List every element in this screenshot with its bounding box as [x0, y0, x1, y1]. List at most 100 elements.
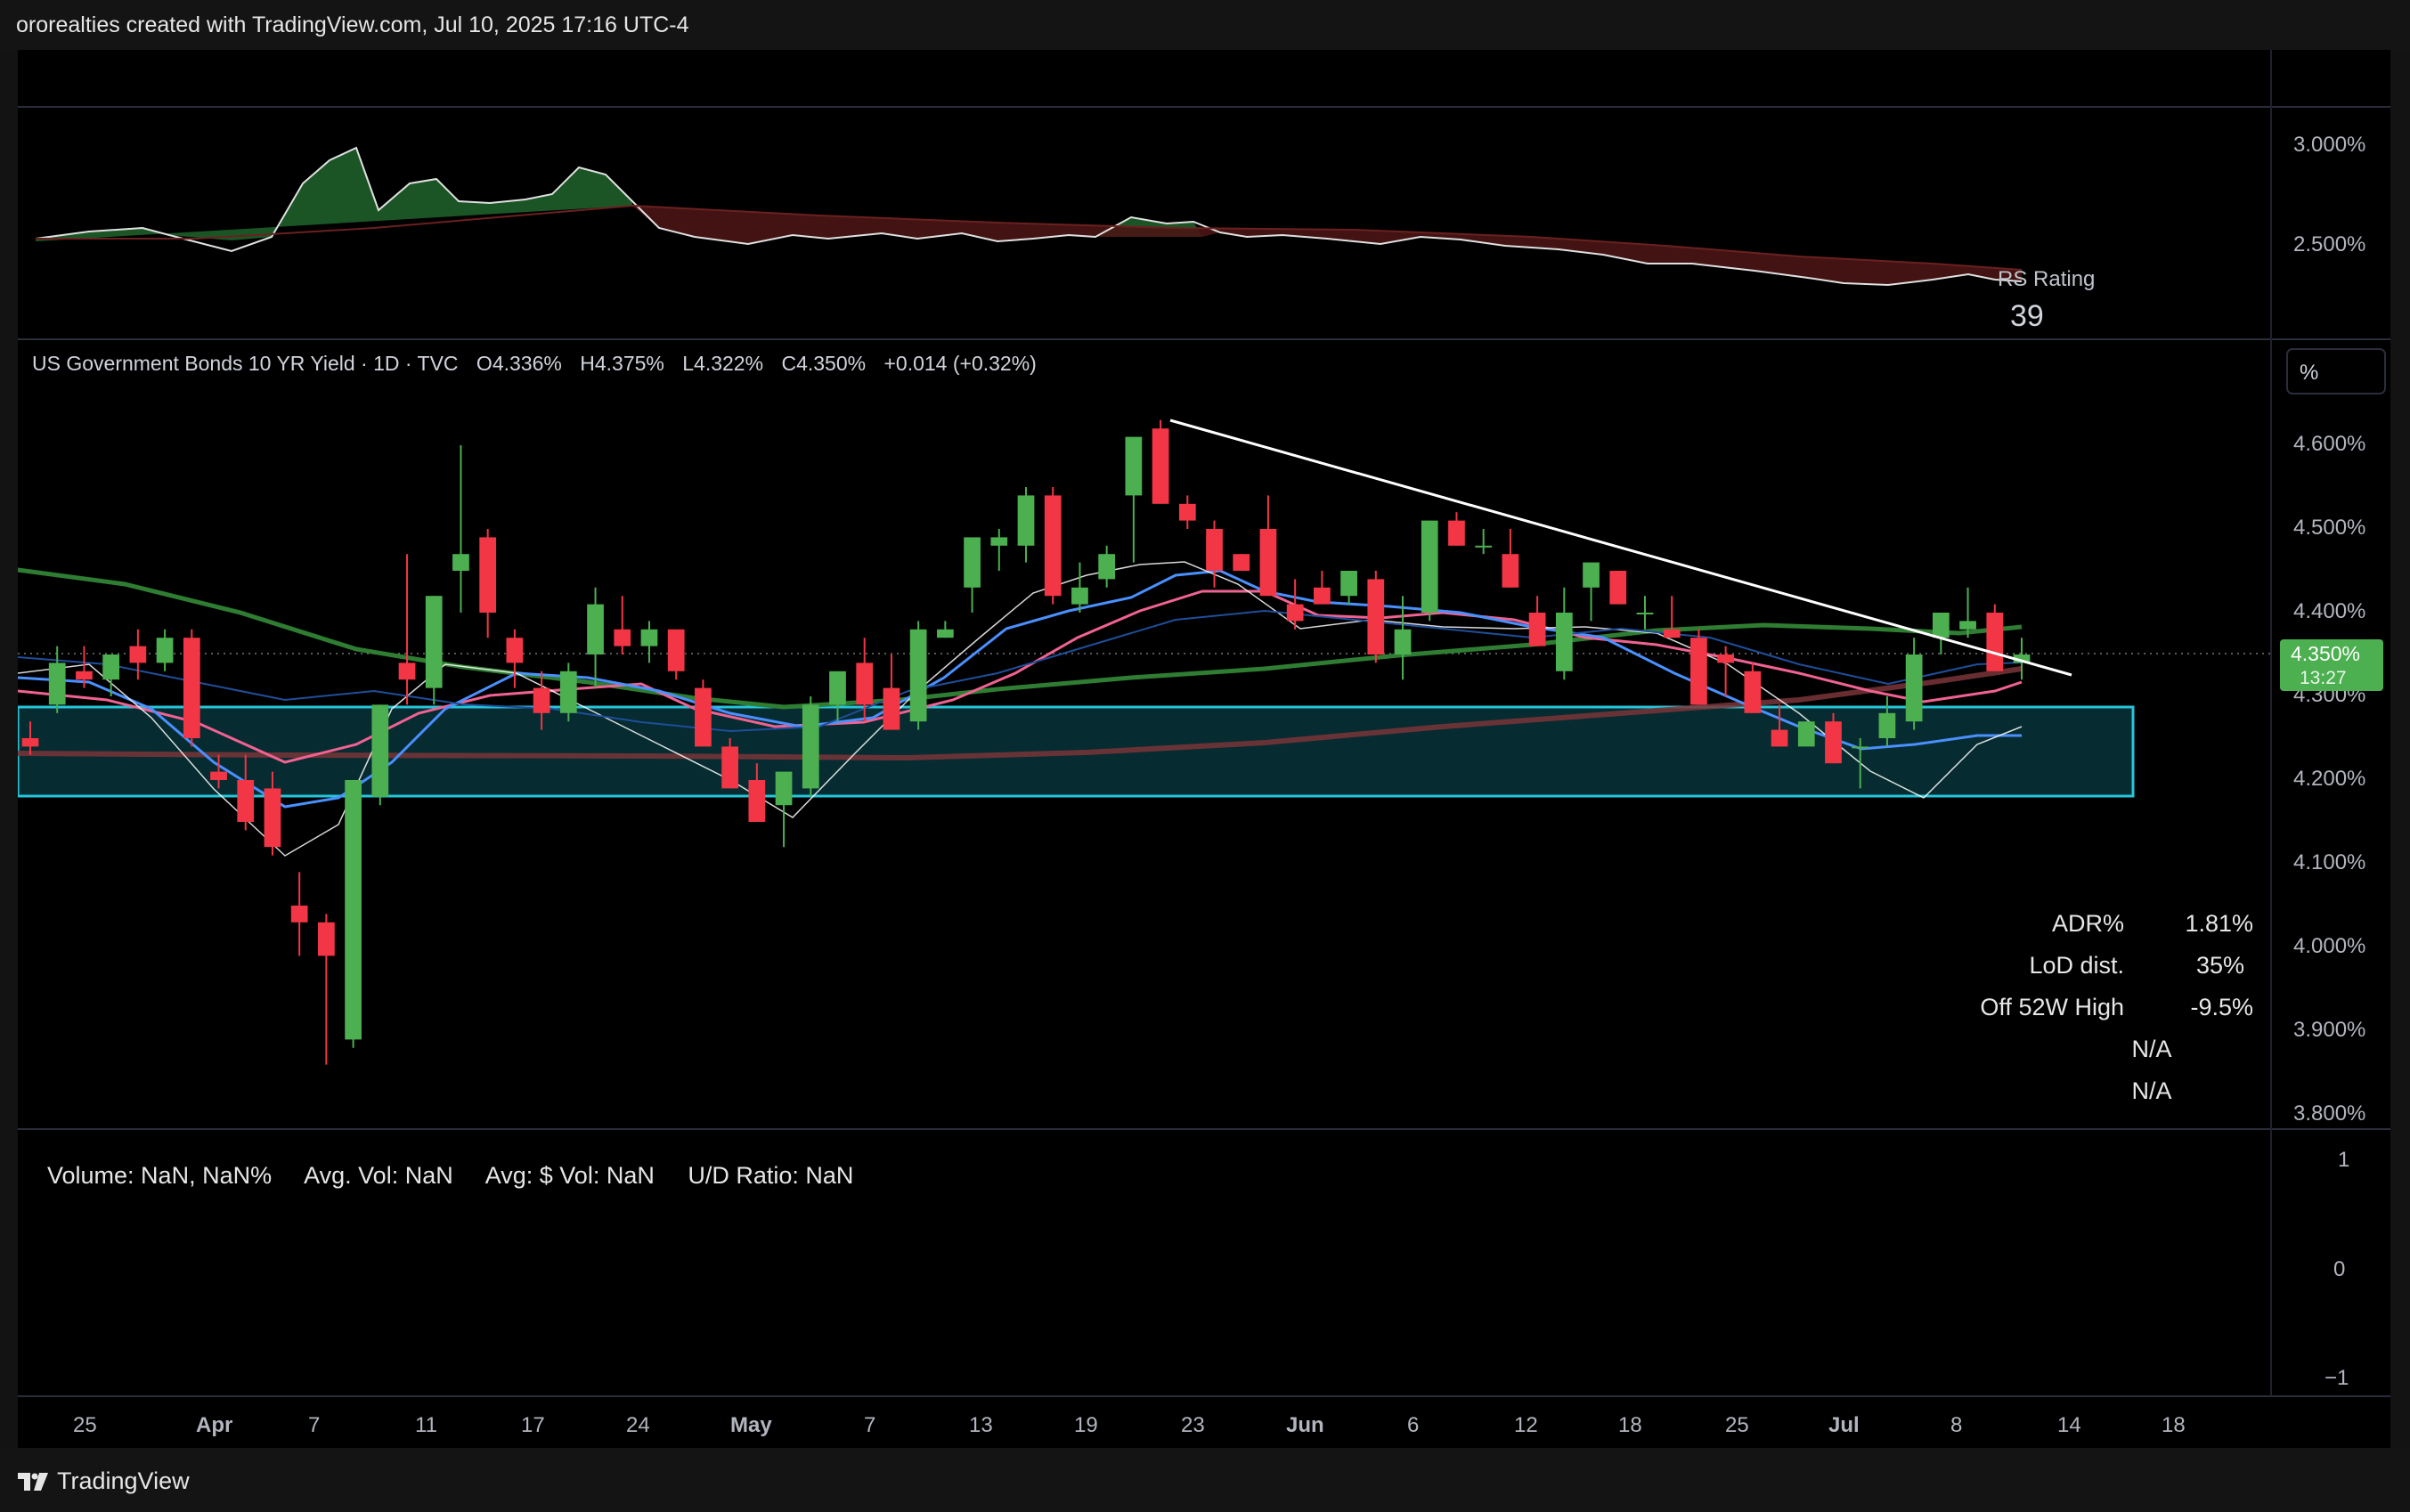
candle-body[interactable] — [1636, 613, 1654, 614]
bar-countdown: 13:27 — [2300, 668, 2347, 688]
candle-body[interactable] — [1448, 520, 1465, 546]
percent-scale-button[interactable]: % — [2286, 348, 2386, 394]
candle-body[interactable] — [1071, 587, 1088, 605]
percent-scale-label[interactable]: % — [2300, 361, 2318, 385]
candle-body[interactable] — [936, 629, 954, 638]
candle-body[interactable] — [1367, 579, 1385, 654]
candle-body[interactable] — [909, 629, 927, 722]
candle-body[interactable] — [1932, 613, 1950, 638]
price-tick: 4.400% — [2293, 599, 2365, 623]
candle-body[interactable] — [1797, 721, 1815, 747]
candle-body[interactable] — [129, 646, 147, 663]
stat-label: LoD dist. — [2029, 952, 2124, 979]
candle-body[interactable] — [1152, 428, 1169, 504]
candle-body[interactable] — [1744, 671, 1762, 713]
time-tick: 17 — [521, 1413, 545, 1437]
volume-tick: −1 — [2325, 1366, 2349, 1390]
rs-rating-pane[interactable]: RS Rating 39 3.000% 2.500% — [35, 133, 2365, 333]
candle-body[interactable] — [1314, 587, 1331, 605]
price-tick: 4.600% — [2293, 432, 2365, 456]
candle-body[interactable] — [964, 537, 981, 588]
candle-body[interactable] — [1905, 654, 1923, 722]
candle-body[interactable] — [1259, 529, 1277, 597]
price-tick: 4.200% — [2293, 767, 2365, 791]
candle-body[interactable] — [1475, 545, 1493, 548]
price-tick: 4.500% — [2293, 516, 2365, 540]
candle-body[interactable] — [76, 671, 93, 680]
candle-body[interactable] — [1583, 562, 1600, 588]
candle-body[interactable] — [1878, 712, 1896, 738]
candle-body[interactable] — [856, 663, 874, 705]
candle-body[interactable] — [425, 596, 443, 688]
candle-body[interactable] — [721, 746, 738, 789]
tradingview-brand-text: TradingView — [57, 1467, 190, 1494]
candle-body[interactable] — [237, 780, 255, 822]
candle-body[interactable] — [506, 638, 524, 663]
candle-body[interactable] — [318, 922, 335, 956]
candle-body[interactable] — [1286, 604, 1304, 622]
candle-body[interactable] — [1528, 613, 1546, 646]
candle-body[interactable] — [1421, 520, 1438, 613]
candle-body[interactable] — [264, 788, 281, 848]
candle-body[interactable] — [802, 704, 819, 789]
stat-value: 1.81% — [2185, 910, 2253, 937]
candle-body[interactable] — [1852, 746, 1869, 749]
candle-body[interactable] — [1233, 554, 1250, 571]
candle-body[interactable] — [1017, 495, 1035, 546]
candle-body[interactable] — [1340, 571, 1357, 597]
candle-body[interactable] — [1206, 529, 1223, 571]
chart-area[interactable]: RS Rating 39 3.000% 2.500% US Government… — [16, 50, 2390, 1448]
candle-body[interactable] — [883, 687, 900, 730]
candle-body[interactable] — [1555, 613, 1573, 671]
candle-body[interactable] — [990, 537, 1008, 546]
price-pane[interactable]: US Government Bonds 10 YR Yield · 1D · T… — [16, 348, 2386, 1126]
legend-open: 4.336% — [493, 352, 562, 375]
candle-body[interactable] — [210, 771, 227, 780]
time-tick: 12 — [1514, 1413, 1538, 1437]
candle-body[interactable] — [695, 687, 712, 747]
chart-svg[interactable]: RS Rating 39 3.000% 2.500% US Government… — [16, 50, 2390, 1448]
candle-body[interactable] — [748, 780, 766, 822]
legend-high: 4.375% — [595, 352, 664, 375]
time-axis[interactable]: 25 Apr 7 11 17 24 May 7 13 19 23 Jun 6 12 18 25 Jul 8 14 18 — [73, 1413, 2186, 1437]
candle-body[interactable] — [1502, 554, 1519, 588]
candle-body[interactable] — [533, 687, 550, 713]
candle-body[interactable] — [371, 704, 389, 797]
candle-body[interactable] — [452, 554, 469, 571]
candle-body[interactable] — [398, 663, 416, 680]
legend-close: 4.350% — [796, 352, 866, 375]
candle-body[interactable] — [1771, 729, 1788, 747]
candle-body[interactable] — [667, 629, 685, 671]
candle-body[interactable] — [559, 671, 577, 713]
candle-body[interactable] — [1690, 638, 1707, 705]
volume-pane[interactable]: Volume: NaN, NaN% Avg. Vol: NaN Avg: $ V… — [47, 1148, 2349, 1390]
candle-body[interactable] — [1717, 654, 1734, 663]
candle-body[interactable] — [1044, 495, 1062, 597]
candle-body[interactable] — [1959, 621, 1976, 630]
candle-body[interactable] — [1663, 629, 1681, 638]
candle-body[interactable] — [290, 906, 308, 923]
candle-body[interactable] — [1825, 721, 1842, 764]
candle-body[interactable] — [102, 654, 120, 680]
candle-body[interactable] — [614, 629, 631, 646]
candle-body[interactable] — [48, 663, 66, 705]
candle-body[interactable] — [156, 638, 174, 663]
candle-body[interactable] — [1098, 554, 1116, 580]
candle-body[interactable] — [1178, 503, 1196, 521]
candle-body[interactable] — [775, 771, 793, 806]
candle-body[interactable] — [183, 638, 200, 738]
candle-body[interactable] — [1394, 629, 1412, 654]
candle-body[interactable] — [1609, 571, 1627, 605]
candle-body[interactable] — [345, 780, 362, 1040]
trendline[interactable] — [1169, 419, 2072, 677]
candle-body[interactable] — [479, 537, 497, 613]
candle-body[interactable] — [587, 604, 604, 654]
candle-body[interactable] — [21, 738, 39, 747]
candle-body[interactable] — [1125, 436, 1143, 496]
candle-body[interactable] — [1986, 613, 2004, 671]
time-tick: 24 — [626, 1413, 650, 1437]
candle-body[interactable] — [640, 629, 658, 646]
candle-body[interactable] — [829, 671, 846, 705]
stat-label: N/A — [2131, 1077, 2171, 1104]
tradingview-logo[interactable]: TradingView — [18, 1467, 190, 1495]
